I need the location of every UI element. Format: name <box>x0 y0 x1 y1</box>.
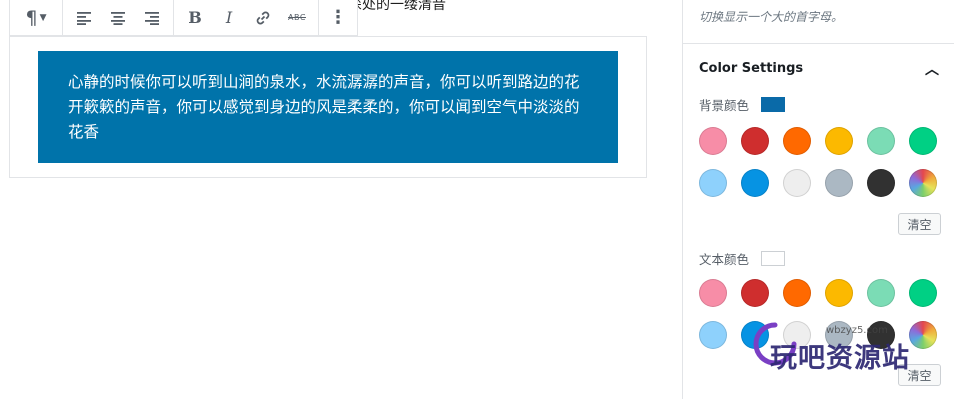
watermark-url: wbzyz5.com <box>826 325 888 336</box>
background-color-label-row: 背景颜色 <box>699 95 786 114</box>
block-type-group: ¶ ▼ <box>10 0 63 35</box>
color-option-vivid-blue[interactable] <box>741 169 769 197</box>
more-group: ⋮ <box>319 0 357 35</box>
align-right-icon <box>145 11 159 25</box>
format-group: B I ABC <box>174 0 319 35</box>
editor-canvas: 心灵深处的一缕清音 ¶ ▼ B I ABC ⋮ 心静的时候你可以听到山涧的泉水，… <box>0 0 682 399</box>
color-option-orange[interactable] <box>783 279 811 307</box>
color-settings-panel-toggle[interactable]: Color Settings ︿ <box>683 43 954 93</box>
bold-button[interactable]: B <box>178 0 212 36</box>
text-color-label-row: 文本颜色 <box>699 249 786 268</box>
color-option-vivid-red[interactable] <box>741 279 769 307</box>
color-option-light-green[interactable] <box>867 279 895 307</box>
color-option-pale-pink[interactable] <box>699 127 727 155</box>
text-color-indicator <box>761 251 786 266</box>
paragraph-block[interactable]: 心静的时候你可以听到山涧的泉水，水流潺潺的声音，你可以听到路边的花开簌簌的声音，… <box>38 51 618 163</box>
color-option-very-dark-gray[interactable] <box>867 169 895 197</box>
color-option-very-light-gray[interactable] <box>783 169 811 197</box>
strikethrough-button[interactable]: ABC <box>280 0 314 36</box>
color-option-amber[interactable] <box>825 279 853 307</box>
alignment-group <box>63 0 174 35</box>
align-center-icon <box>111 11 125 25</box>
align-center-button[interactable] <box>101 0 135 36</box>
align-left-button[interactable] <box>67 0 101 36</box>
color-option-vivid-red[interactable] <box>741 127 769 155</box>
clear-background-color-button[interactable]: 清空 <box>898 213 941 235</box>
chevron-up-icon: ︿ <box>925 61 939 78</box>
text-color-label: 文本颜色 <box>699 252 750 267</box>
link-icon <box>256 10 270 25</box>
background-color-label: 背景颜色 <box>699 98 750 113</box>
align-left-icon <box>77 11 91 25</box>
color-option-pale-blue[interactable] <box>699 169 727 197</box>
align-right-button[interactable] <box>135 0 169 36</box>
italic-icon: I <box>225 8 233 27</box>
color-option-pale-pink[interactable] <box>699 279 727 307</box>
caret-down-icon: ▼ <box>39 12 47 23</box>
more-options-button[interactable]: ⋮ <box>323 0 353 36</box>
italic-button[interactable]: I <box>212 0 246 36</box>
color-option-light-green[interactable] <box>867 127 895 155</box>
watermark-text: 玩吧资源站 <box>770 343 910 374</box>
background-color-indicator <box>761 97 786 112</box>
custom-color-picker-button[interactable] <box>909 321 937 349</box>
more-vertical-icon: ⋮ <box>329 7 347 28</box>
background-color-palette <box>699 127 939 197</box>
color-option-cyan-gray[interactable] <box>825 169 853 197</box>
strikethrough-icon: ABC <box>288 13 306 22</box>
panel-title: Color Settings <box>699 61 804 76</box>
drop-cap-help-text: 切换显示一个大的首字母。 <box>699 10 844 24</box>
paragraph-icon: ¶ <box>25 6 38 29</box>
color-option-orange[interactable] <box>783 127 811 155</box>
link-button[interactable] <box>246 0 280 36</box>
color-option-vivid-green[interactable] <box>909 127 937 155</box>
color-option-amber[interactable] <box>825 127 853 155</box>
paragraph-switcher-button[interactable]: ¶ ▼ <box>14 0 58 36</box>
bold-icon: B <box>188 8 202 27</box>
custom-color-picker-button[interactable] <box>909 169 937 197</box>
color-option-vivid-green[interactable] <box>909 279 937 307</box>
color-option-pale-blue[interactable] <box>699 321 727 349</box>
block-toolbar: ¶ ▼ B I ABC ⋮ <box>9 0 358 36</box>
